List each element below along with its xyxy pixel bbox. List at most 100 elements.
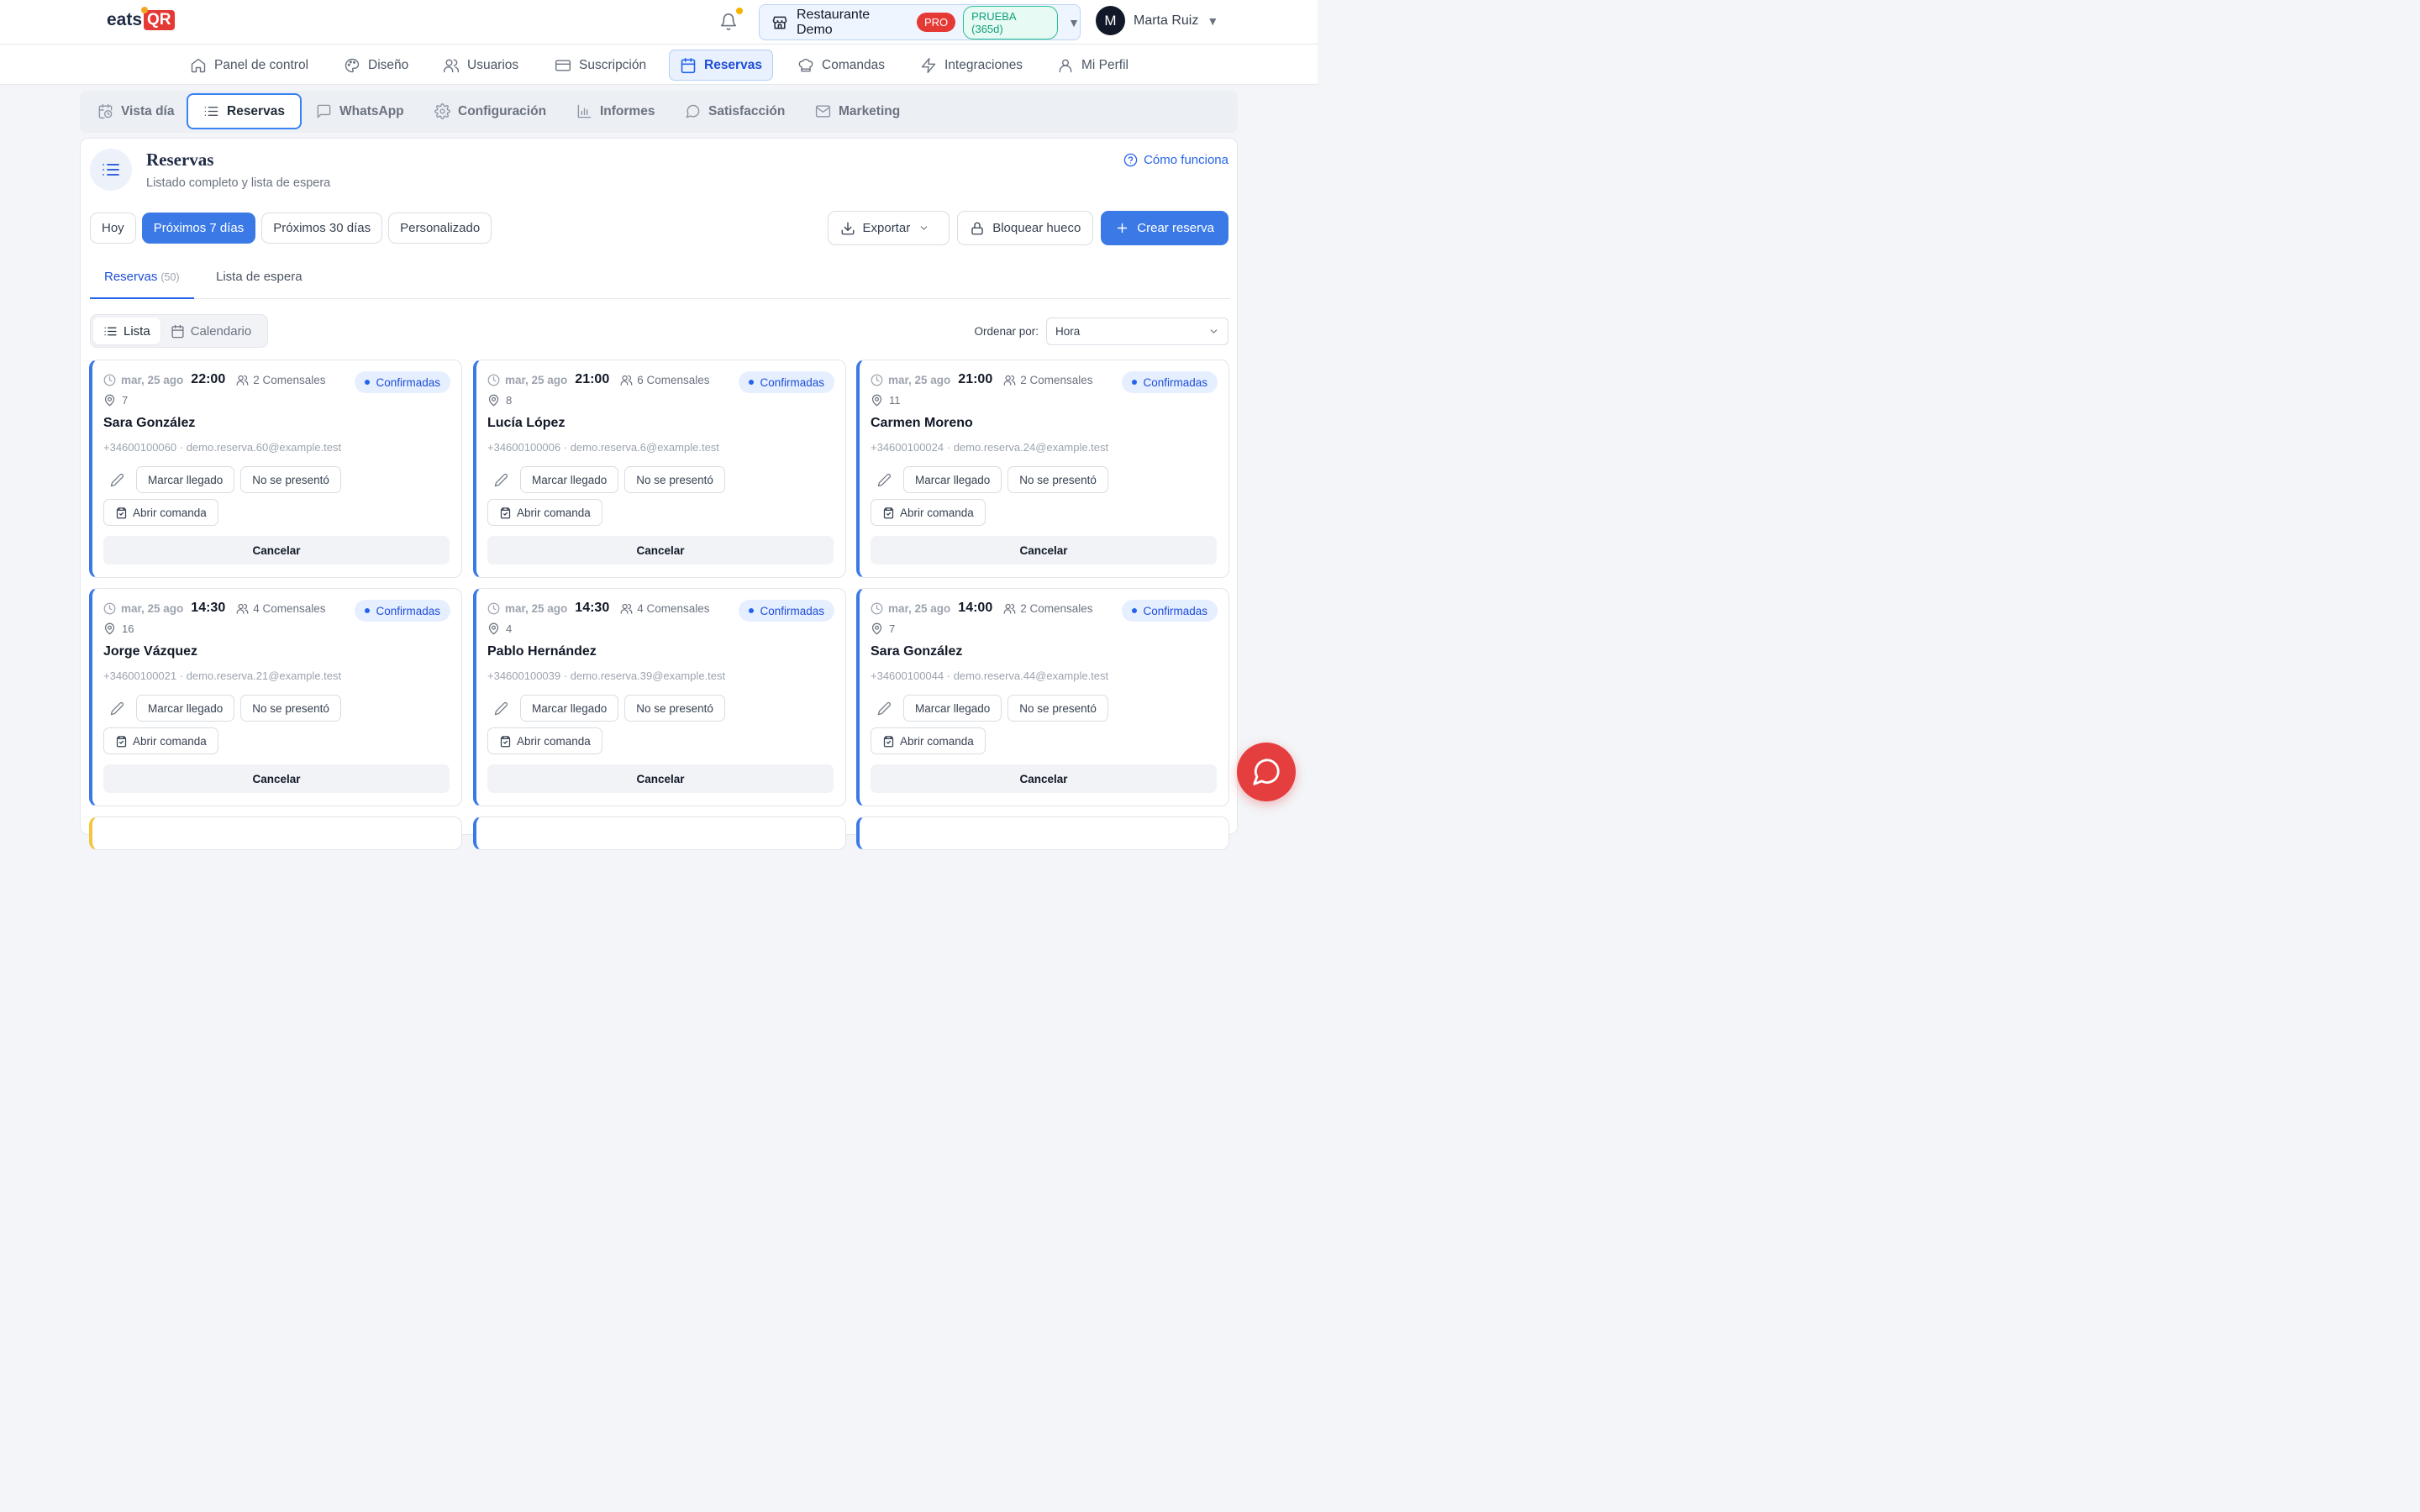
table-number: 7 (122, 394, 129, 407)
message-square-icon (316, 103, 339, 119)
reservation-card-partial[interactable] (89, 816, 462, 850)
no-show-button[interactable]: No se presentó (1007, 466, 1108, 493)
reservation-time: 14:30 (191, 601, 226, 615)
guest-email: demo.reserva.24@example.test (953, 441, 1109, 454)
block-slot-button[interactable]: Bloquear hueco (957, 211, 1094, 245)
how-it-works-label: Cómo funciona (1144, 153, 1228, 167)
card-actions: Marcar llegado No se presentó (487, 695, 725, 722)
cancel-reservation-button[interactable]: Cancelar (871, 536, 1217, 564)
nav-item-mi-perfil[interactable]: Mi Perfil (1047, 50, 1139, 81)
sort-select[interactable]: Hora (1046, 318, 1228, 345)
nav-item-comandas[interactable]: Comandas (787, 50, 895, 81)
nav-item-usuarios[interactable]: Usuarios (433, 50, 529, 81)
reservation-card[interactable]: mar, 25 ago 14:00 2 Comensales Confirmad… (856, 588, 1229, 806)
reservation-time: 14:30 (575, 601, 610, 615)
no-show-button[interactable]: No se presentó (240, 466, 341, 493)
edit-pencil-icon[interactable] (487, 466, 514, 493)
filter-custom[interactable]: Personalizado (388, 213, 492, 244)
mark-arrived-button[interactable]: Marcar llegado (903, 466, 1002, 493)
open-order-button[interactable]: Abrir comanda (871, 499, 986, 526)
nav-item-integraciones[interactable]: Integraciones (910, 50, 1033, 81)
open-order-label: Abrir comanda (900, 506, 974, 519)
nav-item-panel-control[interactable]: Panel de control (180, 50, 318, 81)
view-calendar-button[interactable]: Calendario (160, 318, 262, 344)
map-pin-icon (871, 622, 889, 635)
reservation-card-partial[interactable] (473, 816, 846, 850)
guest-contact: +34600100021 · demo.reserva.21@example.t… (103, 669, 342, 682)
reservation-table: 16 (103, 622, 134, 635)
cancel-reservation-button[interactable]: Cancelar (103, 764, 450, 793)
clipboard-icon (115, 735, 133, 748)
open-order-button[interactable]: Abrir comanda (487, 727, 602, 754)
brand-logo[interactable]: eats QR (107, 7, 175, 30)
open-order-button[interactable]: Abrir comanda (871, 727, 986, 754)
reservation-card[interactable]: mar, 25 ago 21:00 2 Comensales Confirmad… (856, 360, 1229, 578)
edit-pencil-icon[interactable] (871, 466, 897, 493)
clipboard-icon (882, 735, 900, 748)
no-show-button[interactable]: No se presentó (624, 466, 725, 493)
cancel-reservation-button[interactable]: Cancelar (103, 536, 450, 564)
notifications-bell-icon[interactable] (719, 13, 738, 31)
open-order-button[interactable]: Abrir comanda (103, 499, 218, 526)
reservation-card[interactable]: mar, 25 ago 14:30 4 Comensales Confirmad… (89, 588, 462, 806)
guests-count: 4 Comensales (637, 601, 710, 615)
subtab-marketing[interactable]: Marketing (800, 93, 915, 129)
chat-support-button[interactable] (1237, 743, 1296, 801)
filter-next-30-days[interactable]: Próximos 30 días (261, 213, 383, 244)
cancel-reservation-button[interactable]: Cancelar (871, 764, 1217, 793)
card-meta: mar, 25 ago 21:00 6 Comensales (487, 372, 710, 387)
no-show-button[interactable]: No se presentó (240, 695, 341, 722)
nav-item-suscripcion[interactable]: Suscripción (544, 50, 656, 81)
restaurant-selector[interactable]: Restaurante Demo PRO PRUEBA (365d) ▼ (759, 4, 1081, 40)
reservation-guests: 6 Comensales (620, 374, 710, 386)
create-reservation-button[interactable]: Crear reserva (1101, 211, 1228, 245)
status-badge: Confirmadas (739, 371, 834, 393)
subtab-whatsapp[interactable]: WhatsApp (301, 93, 419, 129)
guest-phone: +34600100060 (103, 441, 177, 454)
guest-contact: +34600100024 · demo.reserva.24@example.t… (871, 441, 1109, 454)
mark-arrived-button[interactable]: Marcar llegado (903, 695, 1002, 722)
subtab-vista-dia[interactable]: Vista día (82, 93, 189, 129)
reservation-card[interactable]: mar, 25 ago 22:00 2 Comensales Confirmad… (89, 360, 462, 578)
no-show-button[interactable]: No se presentó (1007, 695, 1108, 722)
subtab-satisfaccion[interactable]: Satisfacción (670, 93, 800, 129)
reservation-card[interactable]: mar, 25 ago 21:00 6 Comensales Confirmad… (473, 360, 846, 578)
store-icon (771, 14, 788, 31)
mark-arrived-button[interactable]: Marcar llegado (136, 466, 235, 493)
reservation-card[interactable]: mar, 25 ago 14:30 4 Comensales Confirmad… (473, 588, 846, 806)
nav-item-reservas[interactable]: Reservas (669, 50, 773, 81)
subtab-reservas[interactable]: Reservas (187, 93, 302, 129)
nav-item-diseno[interactable]: Diseño (334, 50, 418, 81)
users-icon (1003, 374, 1020, 386)
card-actions: Marcar llegado No se presentó (487, 466, 725, 493)
open-order-button[interactable]: Abrir comanda (103, 727, 218, 754)
plus-icon (1115, 221, 1137, 235)
calendar-icon (171, 324, 191, 339)
reservation-date: mar, 25 ago (121, 601, 184, 615)
filter-today[interactable]: Hoy (90, 213, 136, 244)
subtab-configuracion[interactable]: Configuración (419, 93, 561, 129)
user-menu[interactable]: M Marta Ruiz ▼ (1096, 6, 1218, 35)
filter-next-7-days[interactable]: Próximos 7 días (141, 213, 256, 244)
no-show-button[interactable]: No se presentó (624, 695, 725, 722)
export-button[interactable]: Exportar (827, 211, 950, 245)
open-order-button[interactable]: Abrir comanda (487, 499, 602, 526)
view-list-button[interactable]: Lista (93, 318, 160, 344)
reservation-card-partial[interactable] (856, 816, 1229, 850)
edit-pencil-icon[interactable] (487, 695, 514, 722)
edit-pencil-icon[interactable] (871, 695, 897, 722)
edit-pencil-icon[interactable] (103, 466, 130, 493)
guest-phone: +34600100021 (103, 669, 177, 682)
subtab-informes[interactable]: Informes (561, 93, 670, 129)
mark-arrived-button[interactable]: Marcar llegado (520, 695, 619, 722)
tab-reservations[interactable]: Reservas (50) (90, 270, 194, 299)
reservation-time: 14:00 (958, 601, 993, 615)
tab-waitlist[interactable]: Lista de espera (202, 270, 317, 299)
how-it-works-link[interactable]: Cómo funciona (1123, 153, 1228, 167)
cancel-reservation-button[interactable]: Cancelar (487, 764, 834, 793)
mark-arrived-button[interactable]: Marcar llegado (520, 466, 619, 493)
cancel-reservation-button[interactable]: Cancelar (487, 536, 834, 564)
reservation-time: 21:00 (575, 372, 610, 386)
mark-arrived-button[interactable]: Marcar llegado (136, 695, 235, 722)
edit-pencil-icon[interactable] (103, 695, 130, 722)
